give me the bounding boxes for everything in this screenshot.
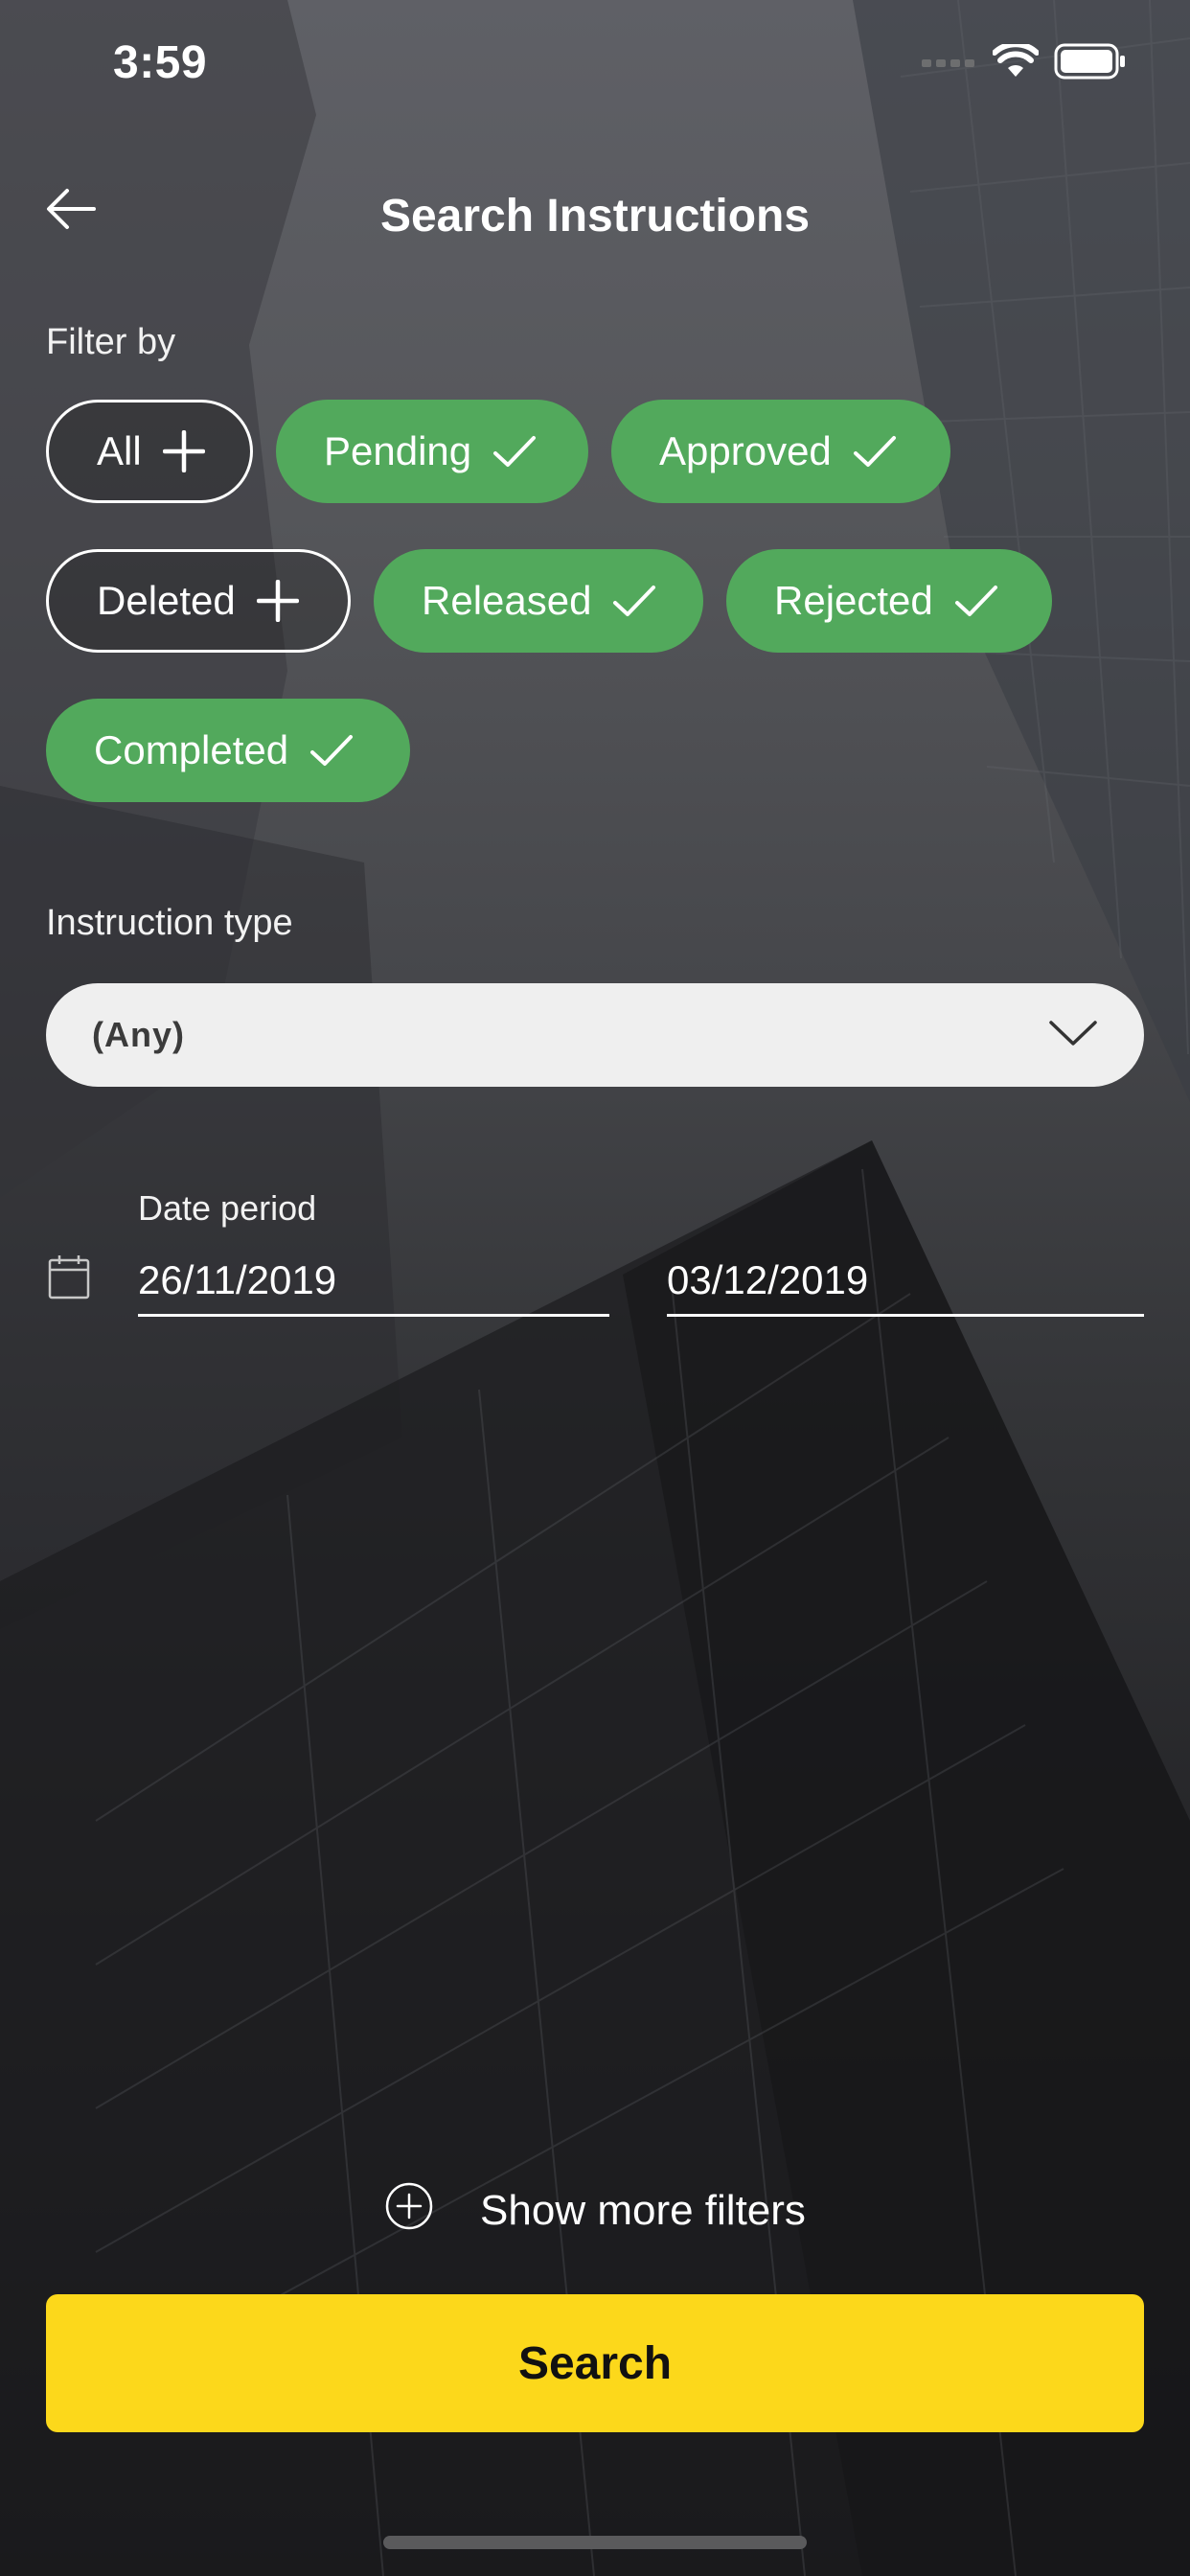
date-from-value: 26/11/2019 (138, 1256, 337, 1302)
show-more-filters-label: Show more filters (480, 2187, 806, 2234)
plus-icon (256, 580, 299, 622)
chip-label: All (97, 428, 142, 473)
checkmark-icon (492, 434, 537, 469)
plus-circle-icon (384, 2181, 434, 2242)
date-to-field[interactable]: 03/12/2019 (667, 1246, 1144, 1317)
date-to-value: 03/12/2019 (667, 1256, 869, 1302)
checkmark-icon (309, 733, 354, 768)
wifi-icon (992, 40, 1040, 83)
signal-icon (922, 52, 977, 76)
show-more-filters-button[interactable]: Show more filters (0, 2177, 1190, 2244)
chevron-down-icon (1048, 1019, 1098, 1052)
date-period-label: Date period (138, 1188, 317, 1228)
filter-chip-all[interactable]: All (46, 400, 253, 503)
checkmark-icon (612, 584, 656, 618)
status-time: 3:59 (113, 37, 208, 88)
checkmark-icon (954, 584, 998, 618)
calendar-icon (48, 1254, 90, 1304)
battery-icon (1054, 43, 1127, 84)
filter-chip-approved[interactable]: Approved (611, 400, 950, 503)
chip-label: Pending (324, 428, 472, 473)
chip-label: Deleted (97, 578, 236, 623)
chip-label: Released (422, 578, 592, 623)
checkmark-icon (853, 434, 897, 469)
date-from-field[interactable]: 26/11/2019 (138, 1246, 609, 1317)
search-button-label: Search (517, 2337, 673, 2389)
chip-label: Approved (659, 428, 832, 473)
filter-chip-pending[interactable]: Pending (276, 400, 588, 503)
filter-chip-released[interactable]: Released (374, 549, 703, 653)
instruction-type-dropdown[interactable]: (Any) (46, 983, 1144, 1087)
instruction-type-label: Instruction type (46, 903, 293, 943)
home-indicator (383, 2536, 807, 2549)
filter-chip-completed[interactable]: Completed (46, 699, 410, 802)
dropdown-value: (Any) (92, 1015, 185, 1054)
chip-label: Completed (94, 727, 289, 772)
filter-chip-rejected[interactable]: Rejected (726, 549, 1052, 653)
search-button[interactable]: Search (46, 2294, 1144, 2432)
page-title: Search Instructions (379, 191, 811, 242)
status-icons (922, 40, 1127, 84)
filter-by-label: Filter by (46, 322, 176, 362)
filter-chip-deleted[interactable]: Deleted (46, 549, 351, 653)
chip-label: Rejected (774, 578, 933, 623)
plus-icon (162, 430, 205, 472)
